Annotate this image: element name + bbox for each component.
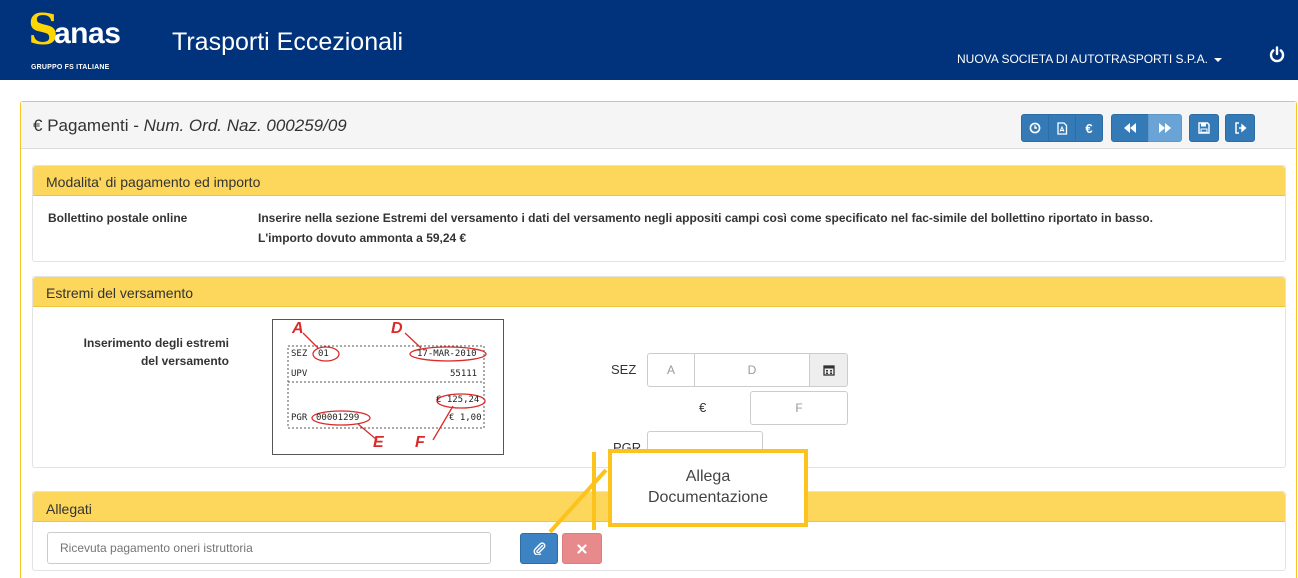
date-input[interactable]: D	[694, 353, 810, 387]
date-placeholder: D	[747, 363, 757, 377]
letter-e: E	[373, 434, 384, 451]
clock-icon	[1029, 122, 1041, 134]
page-subtitle: Num. Ord. Naz. 000259/09	[143, 116, 347, 135]
first-button[interactable]	[1111, 114, 1149, 142]
panel-heading: € Pagamenti - Num. Ord. Naz. 000259/09 €	[21, 102, 1296, 149]
calendar-icon	[822, 365, 835, 376]
letter-a: A	[292, 320, 304, 337]
forward-icon	[1159, 123, 1171, 133]
payment-details-heading: Estremi del versamento	[33, 277, 1285, 307]
anas-logo[interactable]: S anas GRUPPO FS ITALIANE	[28, 8, 138, 74]
amount-label: €	[699, 400, 707, 415]
bollettino-facsimile: A D E F SEZ 01 17-MAR-2010 UPV 55111 € 1…	[272, 319, 504, 455]
history-button[interactable]	[1021, 114, 1049, 142]
calendar-button[interactable]	[809, 353, 848, 387]
amount-due: L'importo dovuto ammonta a 59,24 €	[258, 231, 467, 245]
top-navbar: S anas GRUPPO FS ITALIANE Trasporti Ecce…	[0, 0, 1298, 80]
page-title-text: Pagamenti -	[47, 116, 144, 135]
save-button[interactable]	[1189, 114, 1219, 142]
amount-input[interactable]: F	[750, 391, 848, 425]
details-label-line1: Inserimento degli estremi	[83, 336, 229, 350]
details-label-line2: del versamento	[140, 354, 229, 368]
user-name: NUOVA SOCIETA DI AUTOTRASPORTI S.P.A.	[957, 52, 1208, 66]
close-icon	[577, 543, 587, 554]
exit-button[interactable]	[1225, 114, 1255, 142]
power-icon[interactable]	[1268, 46, 1286, 64]
forward-button[interactable]	[1148, 114, 1182, 142]
letter-f: F	[415, 434, 425, 451]
pdf-file-icon	[1057, 121, 1068, 135]
callout-pointer	[548, 452, 608, 534]
attachment-description-input[interactable]	[47, 532, 491, 564]
payment-method-panel: Modalita' di pagamento ed importo Bollet…	[32, 165, 1286, 262]
payment-button[interactable]: €	[1075, 114, 1103, 142]
payment-method-label: Bollettino postale online	[48, 211, 188, 225]
letter-d: D	[391, 320, 403, 337]
boll-date: 17-MAR-2010	[417, 349, 477, 359]
user-menu-dropdown[interactable]: NUOVA SOCIETA DI AUTOTRASPORTI S.P.A.	[957, 52, 1222, 66]
payment-method-heading: Modalita' di pagamento ed importo	[33, 166, 1285, 196]
callout-line2: Documentazione	[647, 489, 769, 506]
details-label: Inserimento degli estremi del versamento	[53, 334, 229, 370]
caret-down-icon	[1213, 57, 1222, 62]
amount-placeholder: F	[795, 401, 803, 415]
logo-name: anas	[54, 17, 121, 50]
boll-amount: € 125,24	[436, 395, 480, 405]
app-title: Trasporti Eccezionali	[172, 28, 404, 56]
backward-icon	[1124, 123, 1136, 133]
bollettino-drawing	[287, 332, 487, 441]
boll-upv: UPV	[291, 369, 308, 379]
sez-input[interactable]: A	[647, 353, 695, 387]
boll-fee: € 1,00	[449, 413, 482, 423]
boll-pgr: PGR	[291, 413, 308, 423]
paperclip-icon	[533, 542, 545, 555]
page-title: € Pagamenti - Num. Ord. Naz. 000259/09	[33, 116, 347, 136]
sez-placeholder: A	[666, 363, 675, 377]
attach-documentation-callout: Allega Documentazione	[608, 449, 808, 527]
logo-subtitle: GRUPPO FS ITALIANE	[31, 64, 110, 71]
callout-line1: Allega	[685, 468, 731, 485]
boll-upv-val: 55111	[450, 369, 478, 379]
euro-icon: €	[33, 116, 43, 135]
floppy-disk-icon	[1198, 122, 1210, 134]
payment-instructions: Inserire nella sezione Estremi del versa…	[258, 211, 1153, 225]
pdf-button[interactable]	[1048, 114, 1076, 142]
euro-icon: €	[1085, 120, 1093, 136]
log-out-icon	[1234, 122, 1247, 134]
boll-sez: SEZ	[291, 349, 308, 359]
boll-pgr-val: 00001299	[316, 413, 360, 423]
boll-sez-val: 01	[318, 349, 329, 359]
sez-label: SEZ	[611, 362, 637, 377]
